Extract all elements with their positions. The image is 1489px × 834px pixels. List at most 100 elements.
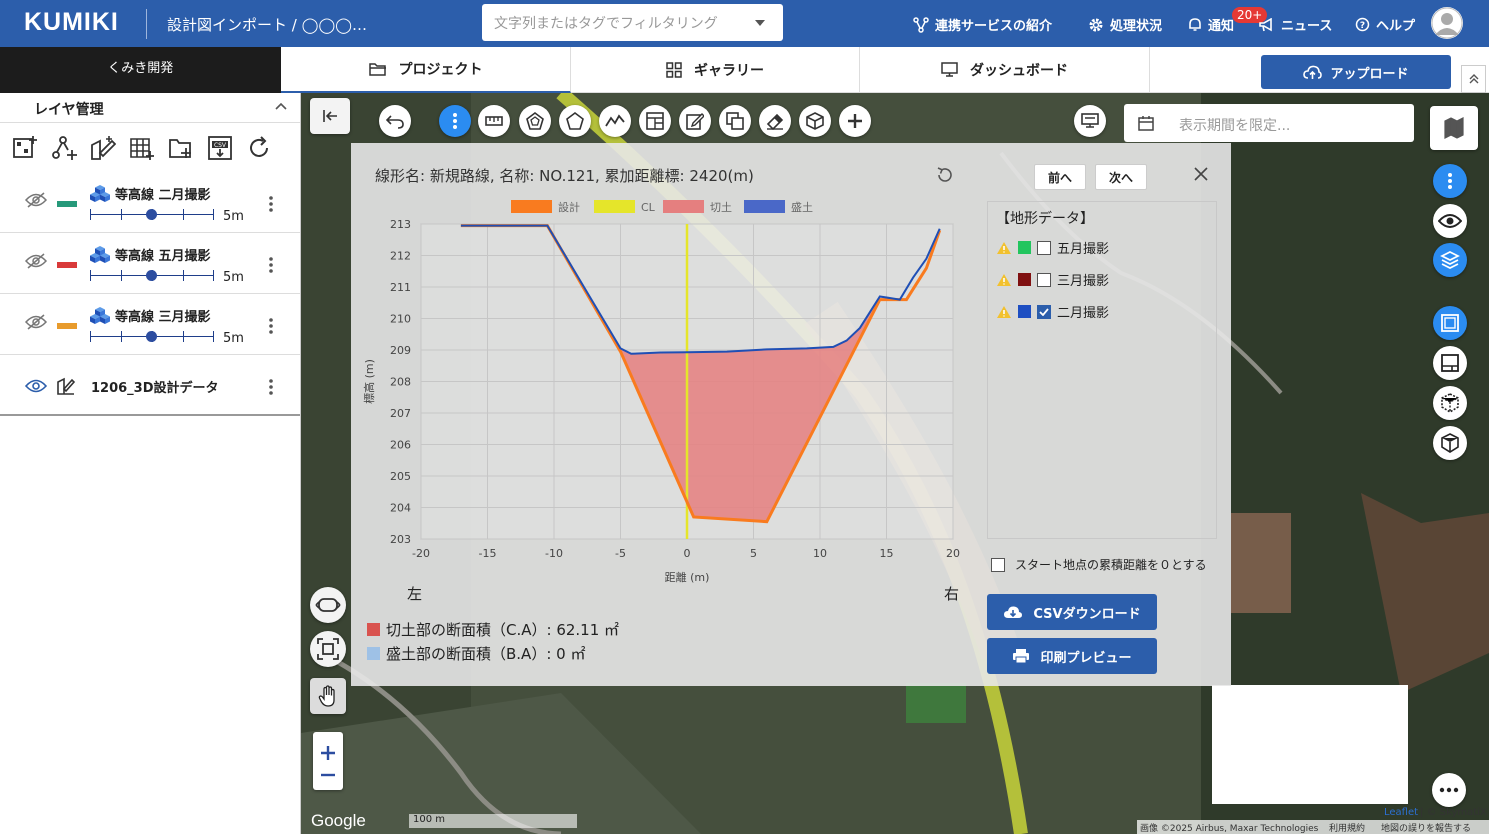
chevron-up-icon[interactable]: [275, 102, 287, 110]
layers-icon: [1440, 251, 1460, 269]
eraser-button[interactable]: [759, 105, 791, 137]
terrain-item[interactable]: 五月撮影: [996, 238, 1109, 257]
point-cloud-button[interactable]: [1433, 386, 1467, 420]
tag-filter-select[interactable]: 文字列またはタグでフィルタリング: [482, 4, 783, 41]
right-side-label: 右: [944, 585, 960, 603]
pan-tool-button[interactable]: [310, 678, 346, 714]
slider-knob[interactable]: [146, 209, 157, 220]
date-range-input[interactable]: 表示期間を限定...: [1124, 104, 1414, 142]
next-button[interactable]: 次へ: [1095, 164, 1147, 190]
layer-item[interactable]: 1206_3D設計データ: [0, 356, 300, 416]
fill-area-text: 盛土部の断面積（B.A）: 0 ㎡: [386, 645, 586, 663]
frame-button[interactable]: [1433, 306, 1467, 340]
more-vertical-icon[interactable]: [266, 317, 276, 335]
opacity-slider[interactable]: [90, 331, 214, 342]
x-tick-label: -20: [412, 547, 430, 560]
more-vertical-icon[interactable]: [266, 195, 276, 213]
terms-link[interactable]: 利用規約: [1329, 821, 1365, 834]
eye-off-icon[interactable]: [25, 314, 47, 330]
nav-notify[interactable]: 通知: [1188, 15, 1234, 34]
leaflet-link[interactable]: Leaflet: [1384, 807, 1418, 818]
base-map-button[interactable]: [1430, 106, 1478, 150]
collapse-header-button[interactable]: [1461, 65, 1486, 93]
layers-button[interactable]: [1433, 243, 1467, 277]
3d-view-button[interactable]: [799, 105, 831, 137]
y-tick-label: 205: [390, 470, 411, 483]
edit-button[interactable]: [679, 105, 711, 137]
tab-gallery[interactable]: ギャラリー: [571, 47, 860, 93]
polygon-icon: [526, 112, 544, 130]
dashboard-view-button[interactable]: [1074, 105, 1106, 137]
add-button[interactable]: [839, 105, 871, 137]
collapse-panel-button[interactable]: [310, 98, 350, 134]
layer-item[interactable]: 等高線 五月撮影 5m: [0, 234, 300, 294]
add-edit-layer-icon[interactable]: [90, 135, 116, 161]
pentagon-icon: [566, 112, 584, 130]
upload-button[interactable]: アップロード: [1261, 55, 1451, 89]
layer-item[interactable]: 等高線 二月撮影 5m: [0, 173, 300, 233]
tab-dashboard[interactable]: ダッシュボード: [860, 47, 1150, 93]
cross-section-button[interactable]: [639, 105, 671, 137]
add-vector-icon[interactable]: [51, 135, 77, 161]
slider-knob[interactable]: [146, 331, 157, 342]
fit-extent-button[interactable]: [310, 587, 346, 623]
nav-services[interactable]: 連携サービスの紹介: [913, 15, 1052, 34]
cubes-icon: [90, 307, 110, 324]
menu-button[interactable]: [439, 105, 471, 137]
kumiki-logo[interactable]: KUMIKI: [24, 8, 119, 37]
start-zero-option[interactable]: スタート地点の累積距離を０とする: [991, 556, 1207, 573]
layer-item[interactable]: 等高線 三月撮影 5m: [0, 295, 300, 355]
csv-download-button[interactable]: CSVダウンロード: [987, 594, 1157, 630]
prev-button[interactable]: 前へ: [1034, 164, 1086, 190]
x-tick-label: 15: [880, 547, 894, 560]
add-tile-layer-icon[interactable]: [12, 135, 38, 161]
more-vertical-icon[interactable]: [266, 378, 276, 396]
report-map-error-link[interactable]: 地図の誤りを報告する: [1381, 821, 1471, 834]
zoom-to-layer-button[interactable]: [310, 631, 346, 667]
terrain-checkbox[interactable]: [1037, 240, 1051, 255]
add-grid-icon[interactable]: [129, 135, 155, 161]
opacity-slider[interactable]: [90, 270, 214, 281]
side-menu-button[interactable]: [1433, 164, 1467, 198]
print-preview-button[interactable]: 印刷プレビュー: [987, 638, 1157, 674]
add-folder-icon[interactable]: [168, 135, 194, 161]
undo-button[interactable]: [379, 105, 411, 137]
close-icon[interactable]: [1194, 167, 1208, 181]
opacity-slider[interactable]: [90, 209, 214, 220]
breadcrumb[interactable]: 設計図インポート / ◯◯◯…: [167, 14, 367, 35]
terrain-color-swatch: [1018, 273, 1031, 286]
reset-icon[interactable]: [936, 166, 954, 184]
nav-news-label: ニュース: [1281, 19, 1333, 34]
copy-button[interactable]: [719, 105, 751, 137]
slider-knob[interactable]: [146, 270, 157, 281]
more-options-button[interactable]: [1432, 773, 1466, 807]
avatar[interactable]: [1431, 7, 1463, 39]
zoom-out-icon[interactable]: [320, 773, 336, 777]
start-zero-checkbox[interactable]: [991, 557, 1005, 572]
nav-help[interactable]: ? ヘルプ: [1355, 15, 1415, 34]
eye-icon[interactable]: [25, 378, 47, 394]
model-3d-button[interactable]: [1433, 426, 1467, 460]
more-vertical-icon[interactable]: [266, 256, 276, 274]
zoom-in-icon[interactable]: [320, 745, 336, 761]
terrain-checkbox[interactable]: [1037, 272, 1051, 287]
terrain-checkbox[interactable]: [1037, 304, 1051, 319]
tab-project[interactable]: プロジェクト: [281, 47, 571, 93]
nav-news[interactable]: ニュース: [1259, 15, 1332, 34]
terrain-item[interactable]: 三月撮影: [996, 270, 1109, 289]
org-name[interactable]: くみき開発: [0, 47, 281, 93]
profile-button[interactable]: [599, 105, 631, 137]
nav-status[interactable]: 処理状況: [1088, 15, 1162, 34]
draw-polygon-button[interactable]: [559, 105, 591, 137]
arrow-left-bar-icon: [323, 110, 337, 122]
csv-import-icon[interactable]: CSV: [207, 135, 233, 161]
visibility-button[interactable]: [1433, 204, 1467, 238]
eye-off-icon[interactable]: [25, 192, 47, 208]
layer-panel: レイヤ管理 CSV 等高線 二月撮影 5m 等高線 五月撮影 5m 等高線 三月…: [0, 93, 301, 834]
drawing-button[interactable]: [1433, 346, 1467, 380]
refresh-icon[interactable]: [246, 135, 272, 161]
eye-off-icon[interactable]: [25, 253, 47, 269]
measure-area-button[interactable]: [519, 105, 551, 137]
measure-distance-button[interactable]: [478, 105, 510, 137]
terrain-item[interactable]: 二月撮影: [996, 302, 1109, 321]
